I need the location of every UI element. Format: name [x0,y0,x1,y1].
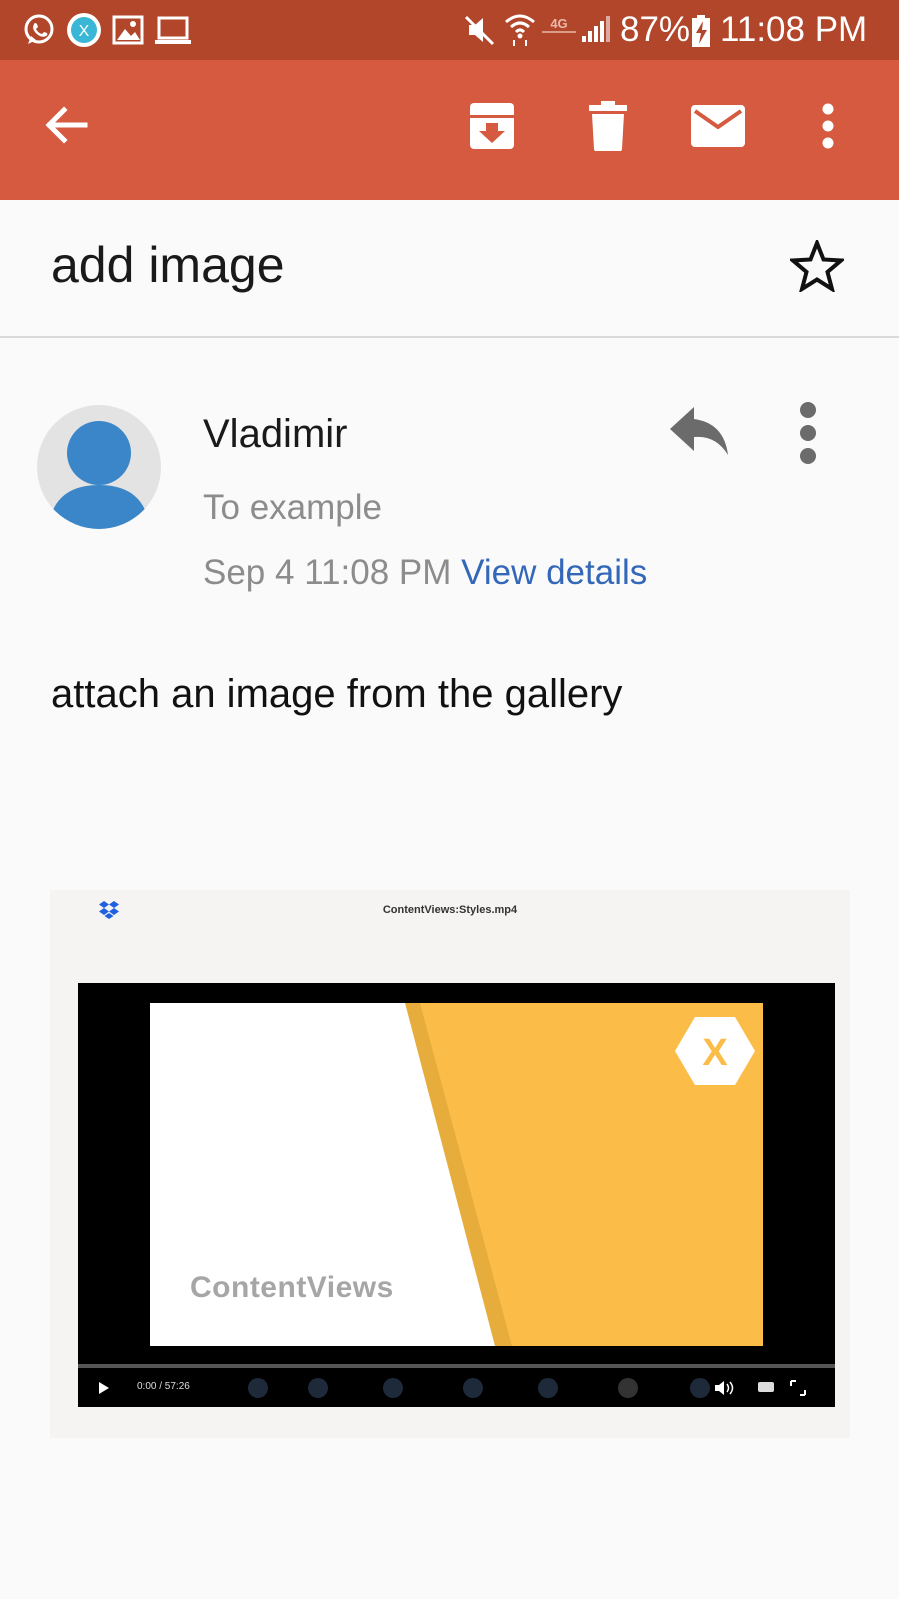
message-more-button[interactable] [795,400,821,471]
mark-unread-icon [691,105,745,147]
video-slide: X ContentViews [150,1003,763,1346]
video-controls: 0:00 / 57:26 [78,1368,835,1407]
chapter-thumb[interactable] [618,1378,638,1398]
lte-icon: 4G [542,16,576,33]
reply-icon [670,407,728,455]
email-subject: add image [51,237,285,293]
svg-text:X: X [702,1032,728,1074]
chapter-thumb[interactable] [690,1378,710,1398]
back-button[interactable] [36,95,96,155]
chapter-thumb[interactable] [248,1378,268,1398]
archive-button[interactable] [462,96,522,156]
sender-name[interactable]: Vladimir [203,412,347,457]
video-frame: X ContentViews 0:00 / 57:26 [78,983,835,1407]
chapter-thumb[interactable] [463,1378,483,1398]
star-icon [787,237,847,294]
svg-text:X: X [79,23,90,40]
svg-text:4G: 4G [550,16,567,31]
attached-image[interactable]: ContentViews:Styles.mp4 X ContentViews 0… [50,890,850,1438]
battery-percent: 87% [620,10,691,49]
more-vert-icon [800,402,816,464]
attachment-filename: ContentViews:Styles.mp4 [382,904,518,916]
date-line: Sep 4 11:08 PM View details [203,553,647,593]
wifi-icon [505,14,535,46]
email-body: attach an image from the gallery [51,672,623,716]
battery-charging-icon [692,15,710,47]
settings-icon[interactable] [754,1378,776,1396]
slide-title: ContentViews [190,1271,394,1304]
reply-button[interactable] [668,405,730,462]
whatsapp-icon [24,14,54,44]
subject-row: add image [0,200,899,338]
avatar[interactable] [37,405,161,529]
gallery-icon [112,15,144,45]
volume-icon[interactable] [714,1380,736,1396]
archive-icon [470,103,514,149]
view-details-link[interactable]: View details [461,553,647,592]
more-options-button[interactable] [800,96,856,156]
chapter-thumb[interactable] [308,1378,328,1398]
status-bar: X 4G 87% 11:08 PM [0,0,899,60]
mark-unread-button[interactable] [688,96,748,156]
xamarin-icon: X [67,13,101,47]
play-icon[interactable] [98,1382,109,1394]
chapter-thumb[interactable] [538,1378,558,1398]
more-vert-icon [822,103,834,149]
delete-icon [589,101,627,151]
video-time: 0:00 / 57:26 [137,1381,190,1392]
laptop-icon [155,16,191,44]
mute-icon [464,15,495,46]
back-arrow-icon [45,106,88,144]
star-button[interactable] [787,237,847,297]
clock: 11:08 PM [720,10,868,49]
app-bar [0,60,899,200]
recipient-line: To example [203,488,382,527]
fullscreen-icon[interactable] [790,1380,806,1396]
person-icon [51,421,147,529]
chapter-thumb[interactable] [383,1378,403,1398]
signal-icon [582,16,610,42]
delete-button[interactable] [578,96,638,156]
email-date: Sep 4 11:08 PM [203,553,452,592]
